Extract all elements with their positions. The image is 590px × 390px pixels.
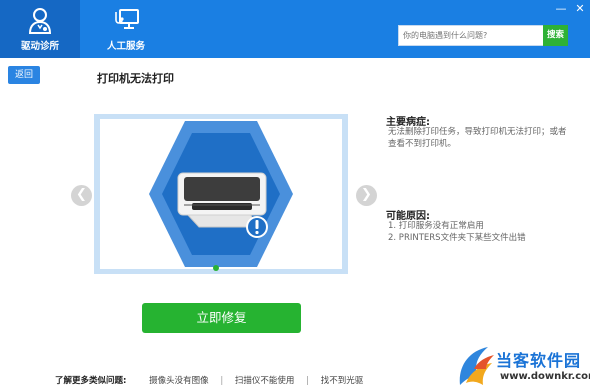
carousel-dot-active[interactable]	[213, 265, 219, 271]
tab-driver-clinic[interactable]: 驱动诊所	[0, 0, 80, 58]
cause-item: 2. PRINTERS文件夹下某些文件出错	[388, 233, 526, 243]
watermark-text: 当客软件园	[496, 351, 582, 370]
related-link-camera[interactable]: 摄像头没有图像	[149, 376, 209, 386]
tab-label: 驱动诊所	[20, 41, 59, 52]
symptom-description: 无法删除打印任务，导致打印机无法打印；或者查看不到打印机。	[388, 127, 567, 149]
top-navigation-bar: 驱动诊所 人工服务 — ✕ 搜索	[0, 0, 590, 58]
problem-image-carousel	[94, 114, 348, 274]
search-box: 搜索	[398, 25, 568, 46]
monitor-stethoscope-icon	[115, 9, 139, 29]
printer-error-illustration	[149, 121, 293, 267]
divider: |	[306, 376, 309, 386]
doctor-icon	[28, 8, 52, 34]
carousel-slide	[100, 119, 342, 269]
minimize-button[interactable]: —	[553, 2, 569, 16]
divider: |	[220, 376, 224, 386]
related-label: 了解更多类似问题:	[55, 376, 127, 386]
tab-manual-service[interactable]: 人工服务	[86, 0, 166, 58]
watermark-url: www.downkr.com	[500, 371, 590, 382]
search-input[interactable]	[399, 26, 545, 45]
carousel-prev-button[interactable]: ❮	[71, 185, 92, 206]
related-link-scanner[interactable]: 扫描仪不能使用	[235, 376, 295, 386]
causes-list: 1. 打印服务没有正常启用 2. PRINTERS文件夹下某些文件出错	[388, 220, 574, 244]
page-title: 打印机无法打印	[97, 72, 174, 85]
cause-item: 1. 打印服务没有正常启用	[388, 221, 484, 231]
close-button[interactable]: ✕	[572, 2, 588, 16]
related-issues: 了解更多类似问题: 摄像头没有图像 | 扫描仪不能使用 | 找不到光驱	[55, 374, 363, 386]
fix-now-button[interactable]: 立即修复	[142, 303, 301, 333]
error-badge-icon	[246, 216, 268, 238]
watermark-logo-icon	[459, 347, 494, 385]
site-watermark: 当客软件园 www.downkr.com	[456, 345, 590, 390]
tab-label: 人工服务	[106, 41, 145, 52]
carousel-next-button[interactable]: ❯	[356, 185, 377, 206]
search-button[interactable]: 搜索	[543, 25, 568, 46]
carousel-indicators	[213, 263, 219, 274]
related-link-cdrom[interactable]: 找不到光驱	[321, 376, 364, 386]
back-button[interactable]: 返回	[8, 66, 40, 84]
